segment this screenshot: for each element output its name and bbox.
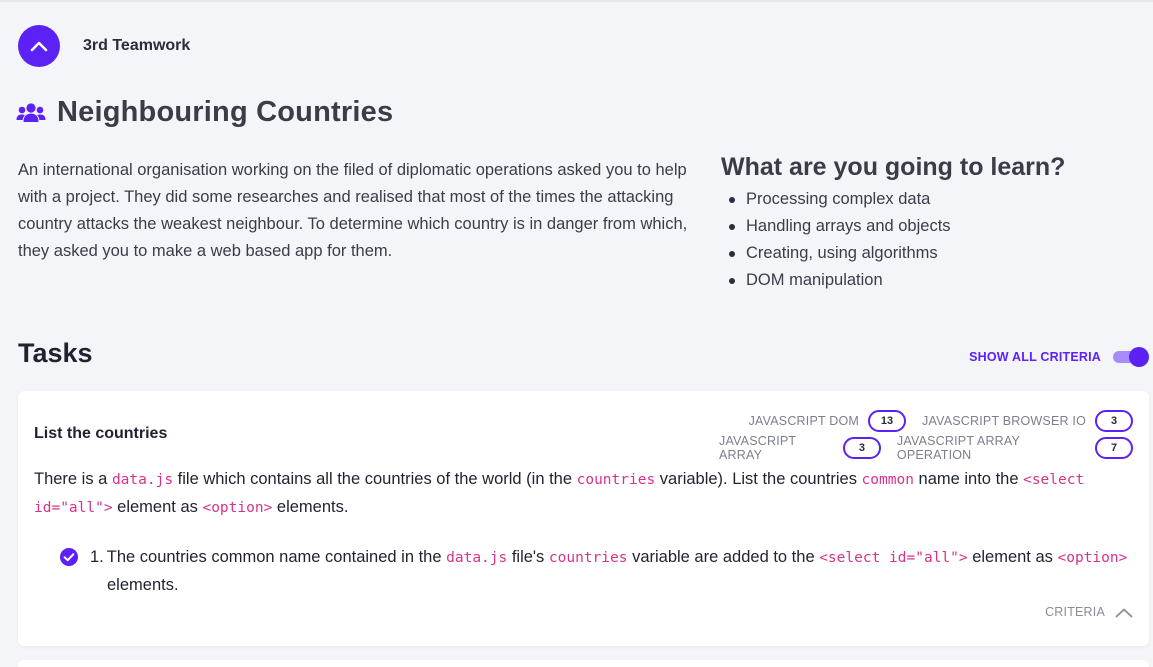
text: There is a bbox=[34, 470, 112, 488]
criterion-text: 1. The countries common name contained in… bbox=[90, 544, 1130, 599]
list-item: DOM manipulation bbox=[729, 267, 1141, 294]
tag-name: JAVASCRIPT ARRAY bbox=[719, 433, 797, 462]
team-label: 3rd Teamwork bbox=[83, 37, 191, 54]
criterion-number: 1. bbox=[90, 548, 104, 566]
text: variable). List the countries bbox=[655, 470, 862, 488]
page-title-row: Neighbouring Countries bbox=[16, 96, 393, 129]
show-all-criteria-control: SHOW ALL CRITERIA bbox=[969, 346, 1149, 368]
task-description: There is a data.js file which contains a… bbox=[34, 466, 1134, 522]
page-title: Neighbouring Countries bbox=[57, 96, 394, 128]
text: The countries common name contained in t… bbox=[106, 548, 447, 566]
tag: JAVASCRIPT DOM 13 bbox=[748, 409, 907, 432]
task-title: List the countries bbox=[34, 425, 168, 442]
code-snippet: <select id="all"> bbox=[819, 550, 968, 566]
criteria-collapse-button[interactable]: CRITERIA bbox=[1045, 605, 1133, 619]
tag-count-badge: 13 bbox=[868, 409, 907, 432]
tag: JAVASCRIPT ARRAY 3 bbox=[719, 434, 881, 462]
tag-count-badge: 3 bbox=[842, 436, 881, 459]
tag-row: JAVASCRIPT ARRAY 3 JAVASCRIPT ARRAY OPER… bbox=[703, 434, 1133, 462]
collapse-button[interactable] bbox=[18, 25, 60, 67]
tag-count-badge: 7 bbox=[1095, 436, 1133, 459]
learning-goals-title: What are you going to learn? bbox=[721, 153, 1066, 181]
criteria-label: CRITERIA bbox=[1045, 605, 1105, 619]
text: element as bbox=[967, 548, 1058, 566]
show-all-criteria-label[interactable]: SHOW ALL CRITERIA bbox=[969, 350, 1101, 364]
tag: JAVASCRIPT BROWSER IO 3 bbox=[922, 409, 1133, 432]
code-snippet: <option> bbox=[202, 500, 273, 516]
code-snippet: data.js bbox=[111, 472, 174, 488]
tag-name: JAVASCRIPT DOM bbox=[748, 413, 860, 428]
chevron-up-icon bbox=[30, 41, 48, 52]
chevron-up-icon bbox=[1115, 608, 1133, 617]
next-task-card bbox=[18, 660, 1149, 667]
tag-row: JAVASCRIPT DOM 13 JAVASCRIPT BROWSER IO … bbox=[703, 407, 1133, 434]
code-snippet: <option> bbox=[1057, 550, 1128, 566]
top-divider bbox=[0, 0, 1153, 2]
show-all-criteria-toggle[interactable] bbox=[1113, 346, 1149, 368]
text: elements. bbox=[272, 498, 349, 516]
tag-name: JAVASCRIPT BROWSER IO bbox=[922, 413, 1086, 428]
text: elements. bbox=[107, 576, 179, 594]
list-item: Handling arrays and objects bbox=[729, 213, 1141, 240]
toggle-knob bbox=[1129, 347, 1149, 367]
check-circle-icon bbox=[60, 548, 78, 566]
tag-name: JAVASCRIPT ARRAY OPERATION bbox=[896, 433, 1020, 462]
users-icon bbox=[16, 102, 46, 122]
tag: JAVASCRIPT ARRAY OPERATION 7 bbox=[897, 434, 1133, 462]
text: name into the bbox=[913, 470, 1024, 488]
text: file's bbox=[507, 548, 549, 566]
text: file which contains all the countries of… bbox=[173, 470, 577, 488]
tag-count-badge: 3 bbox=[1095, 409, 1133, 432]
learning-goals-list: Processing complex data Handling arrays … bbox=[729, 186, 1141, 294]
code-snippet: countries bbox=[576, 472, 656, 488]
criterion-item: 1. The countries common name contained in… bbox=[60, 544, 1130, 599]
text: variable are added to the bbox=[627, 548, 820, 566]
section-header: 3rd Teamwork bbox=[18, 25, 190, 67]
code-snippet: data.js bbox=[446, 550, 508, 566]
list-item: Creating, using algorithms bbox=[729, 240, 1141, 267]
code-snippet: common bbox=[861, 472, 914, 488]
task-card: List the countries JAVASCRIPT DOM 13 JAV… bbox=[18, 391, 1149, 646]
list-item: Processing complex data bbox=[729, 186, 1141, 213]
tasks-heading: Tasks bbox=[18, 338, 93, 368]
text: element as bbox=[112, 498, 203, 516]
code-snippet: countries bbox=[548, 550, 628, 566]
learning-goals: What are you going to learn? Processing … bbox=[721, 153, 1141, 294]
intro-text: An international organisation working on… bbox=[18, 161, 688, 260]
task-tags: JAVASCRIPT DOM 13 JAVASCRIPT BROWSER IO … bbox=[703, 407, 1133, 462]
